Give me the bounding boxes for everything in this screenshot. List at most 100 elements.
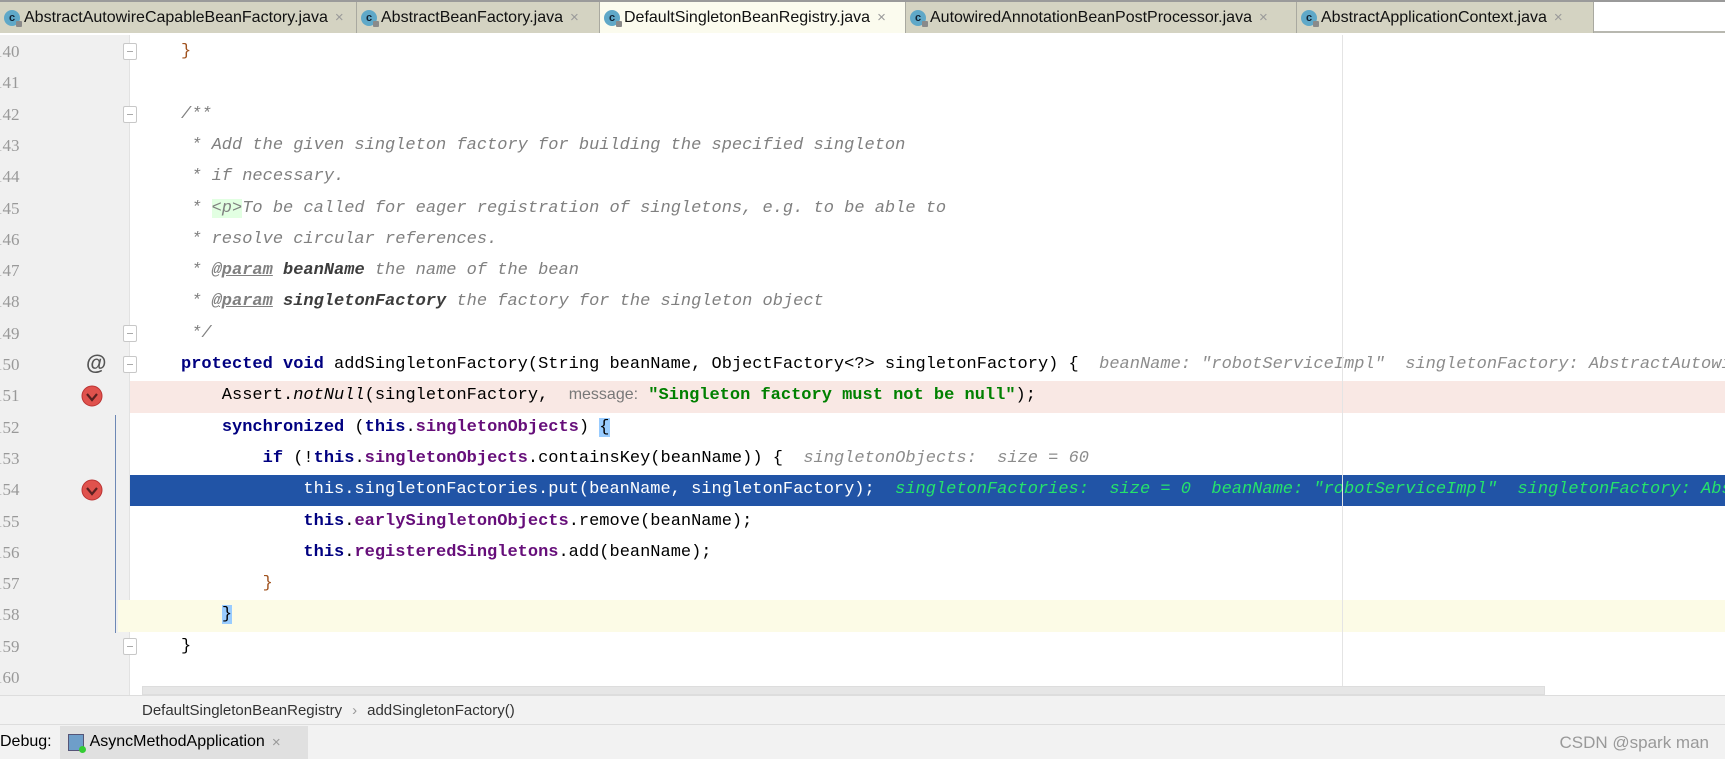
code-token: . <box>344 542 355 562</box>
code-text: * @param singletonFactory the factory fo… <box>181 292 824 311</box>
code-token: } <box>221 605 233 625</box>
code-line[interactable]: 140} <box>0 37 1725 68</box>
code-line[interactable]: 156 this.registeredSingletons.add(beanNa… <box>0 538 1725 569</box>
code-line[interactable]: 147 * @param beanName the name of the be… <box>0 256 1725 287</box>
code-line[interactable]: 141 <box>0 68 1725 99</box>
close-icon[interactable]: × <box>335 9 344 26</box>
code-token: earlySingletonObjects <box>354 511 569 531</box>
code-text: */ <box>181 324 211 343</box>
horizontal-scrollbar[interactable] <box>142 686 1545 695</box>
tab-abstractautowirecapablebeanfactory[interactable]: c AbstractAutowireCapableBeanFactory.java… <box>0 2 357 33</box>
code-line[interactable]: 160 <box>0 663 1725 687</box>
code-text: Assert.notNull(singletonFactory, message… <box>181 386 1036 405</box>
line-number: 159 <box>0 636 20 656</box>
line-number: 148 <box>0 292 20 312</box>
code-editor[interactable]: 140} 141 142 /** 143 * Add the given singlet… <box>0 37 1725 687</box>
fold-icon[interactable] <box>123 43 137 60</box>
fold-icon[interactable] <box>123 637 137 655</box>
code-line[interactable]: 153 if (!this.singletonObjects.containsK… <box>0 444 1725 475</box>
code-line[interactable]: 144 * if necessary. <box>0 162 1725 193</box>
inline-debug-value: singletonObjects: size = 60 <box>803 448 1089 468</box>
code-token: ( <box>344 417 365 437</box>
code-token: . <box>354 448 365 468</box>
java-class-icon: c <box>910 9 928 27</box>
code-token: protected void <box>181 355 335 374</box>
tab-abstractbeanfactory[interactable]: c AbstractBeanFactory.java × <box>357 2 600 33</box>
line-number: 160 <box>0 668 20 687</box>
code-text: synchronized (this.singletonObjects) { <box>181 417 610 437</box>
code-line[interactable]: 143 * Add the given singleton factory fo… <box>0 131 1725 162</box>
code-text: * resolve circular references. <box>181 230 497 249</box>
code-line[interactable]: 155 this.earlySingletonObjects.remove(be… <box>0 507 1725 538</box>
code-text: } <box>181 637 191 656</box>
code-token: this.singletonFactories.put(beanName, si… <box>181 480 896 500</box>
tab-defaultsingletonbeanregistry[interactable]: c DefaultSingletonBeanRegistry.java × <box>600 2 906 33</box>
code-token: beanName <box>283 261 365 281</box>
application-icon <box>67 733 86 753</box>
code-text: protected void addSingletonFactory(Strin… <box>181 355 1725 374</box>
line-number: 151 <box>0 386 20 406</box>
code-line[interactable]: 157 } <box>0 569 1725 600</box>
fold-icon[interactable] <box>123 356 137 373</box>
breadcrumb: DefaultSingletonBeanRegistry › addSingle… <box>0 695 1725 724</box>
code-line[interactable]: 151 Assert.notNull(singletonFactory, mes… <box>0 381 1725 413</box>
code-token: } <box>262 574 273 594</box>
code-line[interactable]: 158 } <box>0 600 1725 632</box>
code-token: this <box>313 448 355 468</box>
code-token: "Singleton factory must not be null" <box>648 386 1016 406</box>
code-token: this <box>303 511 345 531</box>
code-line[interactable]: 145 * <p>To be called for eager registra… <box>0 194 1725 225</box>
close-icon[interactable]: × <box>1259 9 1268 26</box>
code-token: .containsKey(beanName)) { <box>527 448 804 468</box>
line-number: 146 <box>0 229 20 249</box>
code-line[interactable]: 149 */ <box>0 319 1725 350</box>
code-token: registeredSingletons <box>354 542 559 562</box>
code-token: the factory for the singleton object <box>446 292 824 312</box>
debug-session-tab[interactable]: AsyncMethodApplication × <box>59 725 308 759</box>
close-icon[interactable]: × <box>272 734 281 751</box>
code-line[interactable]: 159} <box>0 632 1725 663</box>
line-number: 152 <box>0 417 20 437</box>
line-number: 149 <box>0 323 20 343</box>
code-token: this <box>364 417 406 437</box>
close-icon[interactable]: × <box>877 9 886 26</box>
fold-icon[interactable] <box>123 324 137 342</box>
breakpoint-icon[interactable] <box>81 479 103 501</box>
code-token: To be called for eager registration of s… <box>242 198 947 218</box>
code-token: singletonFactory <box>283 292 447 312</box>
code-text: } <box>181 605 233 625</box>
tab-autowiredannotationbeanpostprocessor[interactable]: c AutowiredAnnotationBeanPostProcessor.ja… <box>906 2 1297 33</box>
code-line[interactable]: 148 * @param singletonFactory the factor… <box>0 287 1725 318</box>
code-text: } <box>181 42 191 61</box>
breadcrumb-class[interactable]: DefaultSingletonBeanRegistry <box>142 702 342 719</box>
tab-label: AbstractAutowireCapableBeanFactory.java <box>24 8 328 26</box>
code-line[interactable]: 142 /** <box>0 100 1725 131</box>
code-token: Assert. <box>181 386 294 406</box>
execution-scope-marker <box>115 415 116 633</box>
line-number: 140 <box>0 42 20 61</box>
fold-icon[interactable] <box>123 105 137 123</box>
tab-abstractapplicationcontext[interactable]: c AbstractApplicationContext.java × <box>1297 2 1594 33</box>
override-icon[interactable]: @ <box>86 352 106 376</box>
close-icon[interactable]: × <box>570 9 579 26</box>
java-class-icon: c <box>604 9 622 27</box>
code-line[interactable]: 152 synchronized (this.singletonObjects)… <box>0 413 1725 444</box>
debug-label: Debug: <box>0 733 52 750</box>
code-line[interactable]: 146 * resolve circular references. <box>0 225 1725 256</box>
code-text: this.registeredSingletons.add(beanName); <box>181 542 711 562</box>
code-line[interactable]: 150 @ protected void addSingletonFactory(S… <box>0 350 1725 381</box>
line-number: 158 <box>0 605 20 625</box>
close-icon[interactable]: × <box>1554 9 1563 26</box>
breakpoint-icon[interactable] <box>81 385 103 407</box>
breadcrumb-method[interactable]: addSingletonFactory() <box>367 702 515 719</box>
code-token: singletonObjects <box>364 448 528 468</box>
code-token: * <box>181 292 212 312</box>
code-token: notNull <box>293 386 365 406</box>
code-line[interactable]: 154 this.singletonFactories.put(beanName… <box>0 475 1725 507</box>
